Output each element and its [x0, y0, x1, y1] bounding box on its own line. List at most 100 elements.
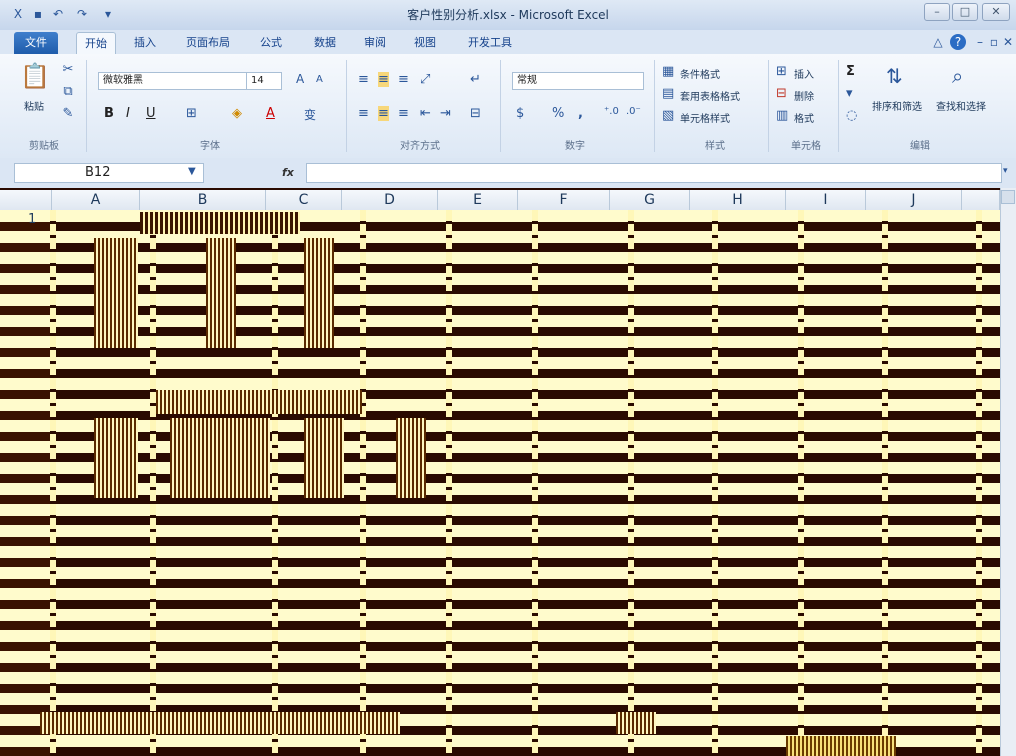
grow-font-icon[interactable]: A	[296, 72, 304, 86]
align-bottom-icon[interactable]: ≡	[398, 72, 409, 87]
select-all-button[interactable]	[0, 190, 52, 210]
column-header-f[interactable]: F	[518, 190, 610, 210]
tab-file[interactable]: 文件	[14, 32, 58, 54]
corrupted-cell-block	[304, 418, 344, 498]
column-header-e[interactable]: E	[438, 190, 518, 210]
corrupted-cell-block	[304, 238, 334, 348]
tab-data[interactable]: 数据	[306, 32, 344, 54]
row-header-1[interactable]: 1	[28, 212, 36, 227]
grid-column-line	[150, 210, 156, 756]
decrease-indent-icon[interactable]: ⇤	[420, 106, 431, 121]
align-middle-icon[interactable]: ≡	[378, 72, 389, 87]
font-name-combo[interactable]: 微软雅黑	[98, 72, 258, 90]
increase-indent-icon[interactable]: ⇥	[440, 106, 451, 121]
tab-insert[interactable]: 插入	[126, 32, 164, 54]
cell-styles-icon[interactable]: ▧	[662, 108, 674, 123]
insert-cells-icon[interactable]: ⊞	[776, 64, 787, 79]
underline-button[interactable]: U	[146, 106, 156, 121]
help-icon[interactable]: ?	[950, 34, 966, 50]
find-icon[interactable]: ⌕	[952, 64, 963, 88]
find-select-button[interactable]: 查找和选择	[936, 98, 986, 113]
fill-color-icon[interactable]: ◈	[232, 106, 242, 121]
minimize-icon[interactable]: –	[924, 3, 950, 21]
italic-button[interactable]: I	[126, 106, 130, 121]
delete-cells-button[interactable]: 删除	[794, 88, 814, 103]
corrupted-cell-block	[396, 418, 426, 498]
phonetic-icon[interactable]: 变	[304, 106, 316, 123]
number-format-combo[interactable]: 常规	[512, 72, 644, 90]
align-left-icon[interactable]: ≡	[358, 106, 369, 121]
clear-icon[interactable]: ◌	[846, 108, 857, 123]
format-as-table-button[interactable]: 套用表格格式	[680, 88, 740, 103]
format-cells-button[interactable]: 格式	[794, 110, 814, 125]
cut-icon[interactable]: ✂	[60, 62, 76, 77]
font-group-label: 字体	[200, 141, 220, 152]
delete-cells-icon[interactable]: ⊟	[776, 86, 787, 101]
decrease-decimal-icon[interactable]: .0⁻	[626, 106, 641, 117]
wrap-text-icon[interactable]: ↵	[470, 72, 481, 87]
merge-center-icon[interactable]: ⊟	[470, 106, 481, 121]
minimize-ribbon-icon[interactable]: △	[930, 34, 946, 50]
expand-formula-icon[interactable]: ▾	[1003, 166, 1008, 176]
name-box[interactable]: B12	[14, 163, 204, 183]
close-icon[interactable]: ✕	[982, 3, 1010, 21]
formula-input[interactable]	[306, 163, 1002, 183]
tab-page-layout[interactable]: 页面布局	[178, 32, 238, 54]
column-header-j[interactable]: J	[866, 190, 962, 210]
grid-column-line	[882, 210, 888, 756]
name-box-dropdown-icon[interactable]: ▼	[188, 166, 196, 177]
font-color-icon[interactable]: A	[266, 106, 275, 121]
conditional-format-icon[interactable]: ▦	[662, 64, 674, 79]
autosum-button[interactable]: Σ	[846, 64, 855, 79]
column-header-g[interactable]: G	[610, 190, 690, 210]
paste-icon[interactable]: 📋	[20, 62, 50, 94]
grid-column-line	[360, 210, 366, 756]
paste-button[interactable]: 粘贴	[24, 98, 44, 113]
cell-styles-button[interactable]: 单元格样式	[680, 110, 730, 125]
column-header-h[interactable]: H	[690, 190, 786, 210]
scroll-up-icon[interactable]	[1001, 190, 1015, 204]
align-center-icon[interactable]: ≡	[378, 106, 389, 121]
copy-icon[interactable]: ⧉	[60, 84, 76, 99]
corrupted-cell-block	[206, 238, 236, 348]
increase-decimal-icon[interactable]: ⁺.0	[604, 106, 619, 117]
tab-review[interactable]: 审阅	[356, 32, 394, 54]
shrink-font-icon[interactable]: A	[316, 74, 323, 85]
grid-column-line	[628, 210, 634, 756]
accounting-format-icon[interactable]: $	[516, 106, 524, 121]
column-header-c[interactable]: C	[266, 190, 342, 210]
tab-developer[interactable]: 开发工具	[460, 32, 520, 54]
column-header-b[interactable]: B	[140, 190, 266, 210]
format-cells-icon[interactable]: ▥	[776, 108, 788, 123]
grid-column-line	[976, 210, 982, 756]
fill-icon[interactable]: ▾	[846, 86, 853, 101]
tab-home[interactable]: 开始	[76, 32, 116, 54]
insert-function-button[interactable]: fx	[282, 166, 294, 179]
column-header-a[interactable]: A	[52, 190, 140, 210]
percent-button[interactable]: %	[552, 106, 564, 121]
format-as-table-icon[interactable]: ▤	[662, 86, 674, 101]
orientation-icon[interactable]: ⤢	[420, 72, 430, 87]
maximize-icon[interactable]: □	[952, 3, 978, 21]
column-header-d[interactable]: D	[342, 190, 438, 210]
vertical-scrollbar[interactable]	[1000, 188, 1016, 756]
conditional-format-button[interactable]: 条件格式	[680, 66, 720, 81]
tab-view[interactable]: 视图	[406, 32, 444, 54]
column-header-i[interactable]: I	[786, 190, 866, 210]
doc-close-icon[interactable]: ✕	[1000, 34, 1016, 50]
format-painter-icon[interactable]: ✎	[60, 106, 76, 121]
corrupted-cell-block	[786, 736, 896, 756]
align-top-icon[interactable]: ≡	[358, 72, 369, 87]
window-title: 客户性别分析.xlsx - Microsoft Excel	[407, 8, 609, 22]
borders-icon[interactable]: ⊞	[186, 106, 197, 121]
sort-filter-icon[interactable]: ⇅	[886, 64, 903, 88]
tab-formulas[interactable]: 公式	[252, 32, 290, 54]
column-header-k[interactable]	[962, 190, 1000, 210]
bold-button[interactable]: B	[104, 106, 114, 121]
font-size-combo[interactable]: 14	[246, 72, 282, 90]
styles-group-label: 样式	[705, 141, 725, 152]
comma-button[interactable]: ,	[578, 106, 583, 121]
align-right-icon[interactable]: ≡	[398, 106, 409, 121]
sort-filter-button[interactable]: 排序和筛选	[872, 98, 922, 113]
insert-cells-button[interactable]: 插入	[794, 66, 814, 81]
